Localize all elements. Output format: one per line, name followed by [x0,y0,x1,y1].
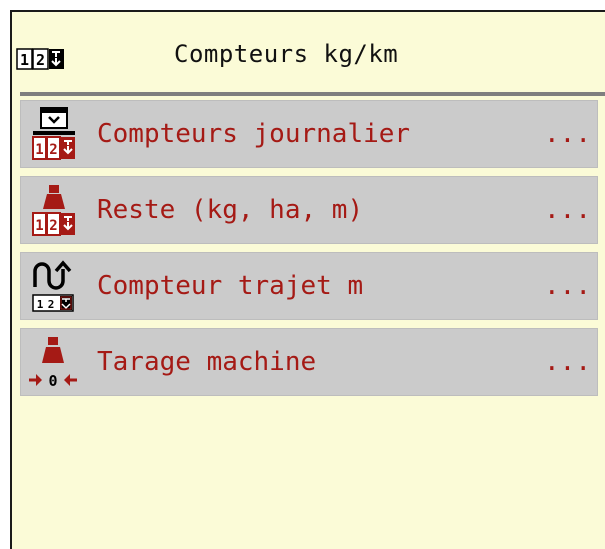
svg-text:2: 2 [48,298,55,311]
counter-123-icon: 1 2 [16,48,66,74]
screen: 1 2 Compteurs kg/km 1 2 Compteurs journa… [10,10,605,549]
menu-item-remaining[interactable]: 1 2 Reste (kg, ha, m) ... [20,176,598,244]
svg-text:2: 2 [49,218,57,234]
more-ellipsis: ... [544,271,591,301]
svg-text:1: 1 [35,142,43,158]
svg-text:1: 1 [37,298,44,311]
svg-text:0: 0 [48,372,57,390]
trip-counter-icon: 1 2 [27,259,79,319]
menu-item-label: Compteurs journalier [97,119,411,149]
page-title: Compteurs kg/km [174,40,399,68]
menu-item-label: Compteur trajet m [97,271,364,301]
svg-text:1: 1 [35,218,43,234]
menu-item-label: Reste (kg, ha, m) [97,195,364,225]
svg-text:1: 1 [20,51,29,69]
remaining-weight-counter-icon: 1 2 [27,183,79,243]
header-divider [20,92,605,96]
header: 1 2 Compteurs kg/km [12,12,605,92]
daily-counter-icon: 1 2 [27,107,79,167]
menu-item-machine-tare[interactable]: 0 Tarage machine ... [20,328,598,396]
menu-item-label: Tarage machine [97,347,317,377]
menu-item-trip-counter[interactable]: 1 2 Compteur trajet m ... [20,252,598,320]
svg-text:2: 2 [49,142,57,158]
more-ellipsis: ... [544,119,591,149]
svg-text:2: 2 [36,51,45,69]
menu-item-daily-counters[interactable]: 1 2 Compteurs journalier ... [20,100,598,168]
more-ellipsis: ... [544,347,591,377]
more-ellipsis: ... [544,195,591,225]
machine-tare-icon: 0 [27,335,79,395]
